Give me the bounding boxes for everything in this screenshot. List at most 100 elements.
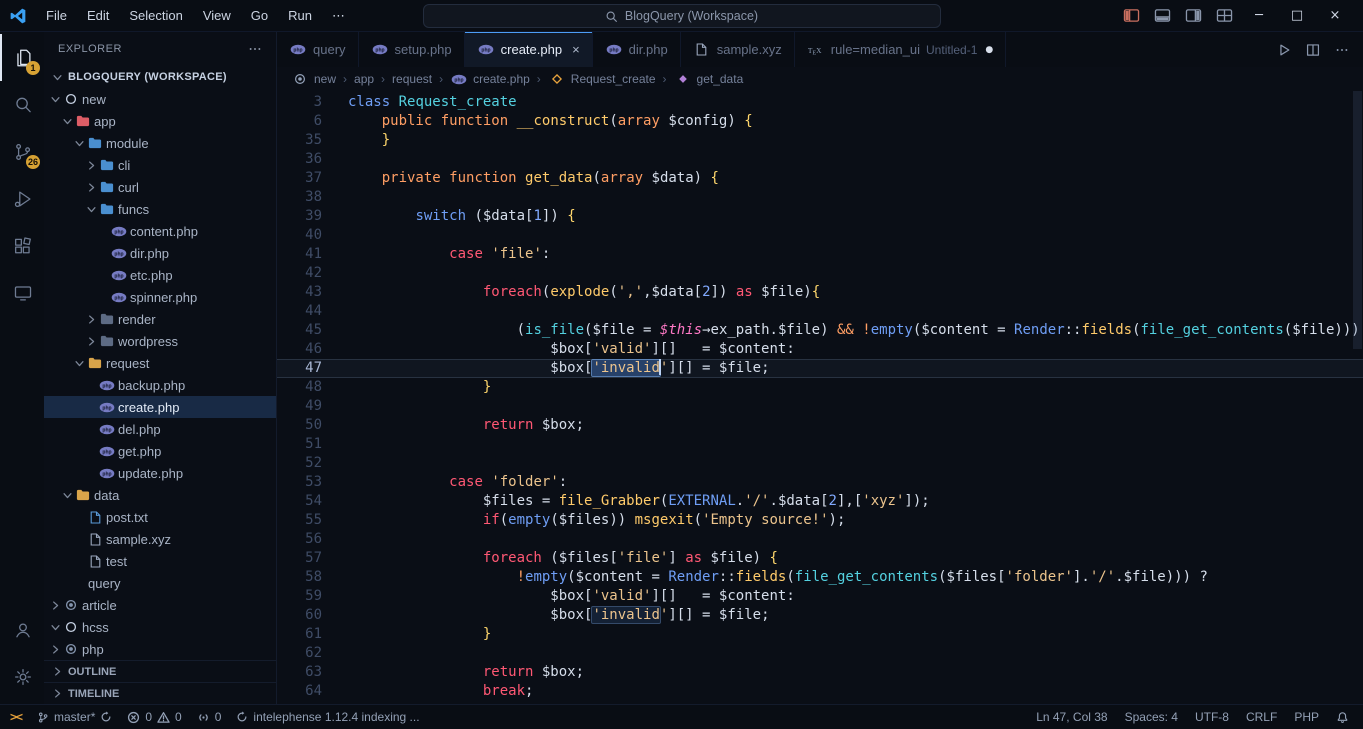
activity-extensions[interactable]: [0, 222, 44, 269]
git-branch-status[interactable]: master*: [37, 710, 112, 724]
editor-scrollbar[interactable]: [1351, 91, 1363, 704]
tree-item-hcss[interactable]: hcss: [44, 616, 276, 638]
code-line-49[interactable]: 49: [277, 397, 1363, 416]
tree-item-cli[interactable]: cli: [44, 154, 276, 176]
activity-run-debug[interactable]: [0, 175, 44, 222]
code-line-6[interactable]: 6 public function __construct(array $con…: [277, 112, 1363, 131]
code-line-56[interactable]: 56: [277, 530, 1363, 549]
tree-item-create.php[interactable]: phpcreate.php: [44, 396, 276, 418]
tree-item-render[interactable]: render: [44, 308, 276, 330]
code-line-3[interactable]: 3class Request_create: [277, 93, 1363, 112]
workspace-root[interactable]: BLOGQUERY (WORKSPACE): [44, 66, 276, 88]
command-center-search[interactable]: BlogQuery (Workspace): [423, 4, 941, 28]
scrollbar-thumb[interactable]: [1353, 91, 1362, 349]
menu-run[interactable]: Run: [279, 5, 321, 27]
tree-item-funcs[interactable]: funcs: [44, 198, 276, 220]
customize-layout-icon[interactable]: [1216, 8, 1233, 23]
editor-more-icon[interactable]: [1335, 43, 1349, 57]
timeline-section[interactable]: TIMELINE: [44, 682, 276, 704]
tree-item-app[interactable]: app: [44, 110, 276, 132]
code-line-60[interactable]: 60 $box['invalid'][] = $file;: [277, 606, 1363, 625]
code-line-59[interactable]: 59 $box['valid'][] = $content:: [277, 587, 1363, 606]
code-line-45[interactable]: 45 (is_file($file = $this→ex_path.$file)…: [277, 321, 1363, 340]
breadcrumb-new[interactable]: new: [291, 72, 336, 86]
code-line-47[interactable]: 47 $box['invalid'][] = $file;: [277, 359, 1363, 378]
code-line-37[interactable]: 37 private function get_data(array $data…: [277, 169, 1363, 188]
breadcrumb-request[interactable]: request: [392, 72, 432, 86]
code-line-53[interactable]: 53 case 'folder':: [277, 473, 1363, 492]
code-line-62[interactable]: 62: [277, 644, 1363, 663]
ports-status[interactable]: 0: [197, 710, 222, 724]
tree-item-new[interactable]: new: [44, 88, 276, 110]
code-editor[interactable]: 3class Request_create6 public function _…: [277, 91, 1363, 704]
tree-item-php[interactable]: php: [44, 638, 276, 660]
tab-sample.xyz[interactable]: sample.xyz: [681, 32, 795, 67]
tree-item-del.php[interactable]: phpdel.php: [44, 418, 276, 440]
cursor-position[interactable]: Ln 47, Col 38: [1036, 710, 1107, 724]
code-line-58[interactable]: 58 !empty($content = Render::fields(file…: [277, 568, 1363, 587]
tree-item-post.txt[interactable]: post.txt: [44, 506, 276, 528]
code-line-41[interactable]: 41 case 'file':: [277, 245, 1363, 264]
tree-item-module[interactable]: module: [44, 132, 276, 154]
activity-settings[interactable]: [0, 653, 44, 700]
code-line-54[interactable]: 54 $files = file_Grabber(EXTERNAL.'/'.$d…: [277, 492, 1363, 511]
tree-item-query[interactable]: query: [44, 572, 276, 594]
tree-item-content.php[interactable]: phpcontent.php: [44, 220, 276, 242]
code-line-55[interactable]: 55 if(empty($files)) msgexit('Empty sour…: [277, 511, 1363, 530]
code-line-48[interactable]: 48 }: [277, 378, 1363, 397]
tab-query[interactable]: phpquery: [277, 32, 359, 67]
code-line-39[interactable]: 39 switch ($data[1]) {: [277, 207, 1363, 226]
code-line-36[interactable]: 36: [277, 150, 1363, 169]
code-line-44[interactable]: 44: [277, 302, 1363, 321]
activity-source-control[interactable]: 26: [0, 128, 44, 175]
menu-view[interactable]: View: [194, 5, 240, 27]
tree-item-get.php[interactable]: phpget.php: [44, 440, 276, 462]
breadcrumb-create.php[interactable]: phpcreate.php: [450, 72, 530, 86]
code-line-63[interactable]: 63 return $box;: [277, 663, 1363, 682]
code-line-50[interactable]: 50 return $box;: [277, 416, 1363, 435]
activity-accounts[interactable]: [0, 606, 44, 653]
minimize-button[interactable]: ─: [1247, 8, 1271, 23]
toggle-primary-sidebar-icon[interactable]: [1123, 8, 1140, 23]
toggle-secondary-sidebar-icon[interactable]: [1185, 8, 1202, 23]
eol-status[interactable]: CRLF: [1246, 710, 1277, 724]
tab-create.php[interactable]: phpcreate.php×: [465, 32, 593, 67]
tree-item-dir.php[interactable]: phpdir.php: [44, 242, 276, 264]
split-editor-icon[interactable]: [1306, 43, 1320, 57]
menu-edit[interactable]: Edit: [78, 5, 118, 27]
code-line-61[interactable]: 61 }: [277, 625, 1363, 644]
menu-file[interactable]: File: [37, 5, 76, 27]
tree-item-test[interactable]: test: [44, 550, 276, 572]
explorer-actions-icon[interactable]: [248, 42, 262, 56]
tree-item-data[interactable]: data: [44, 484, 276, 506]
menu-selection[interactable]: Selection: [120, 5, 191, 27]
code-line-42[interactable]: 42: [277, 264, 1363, 283]
tab-dir.php[interactable]: phpdir.php: [593, 32, 681, 67]
code-line-64[interactable]: 64 break;: [277, 682, 1363, 701]
tree-item-curl[interactable]: curl: [44, 176, 276, 198]
toggle-panel-icon[interactable]: [1154, 8, 1171, 23]
tree-item-wordpress[interactable]: wordpress: [44, 330, 276, 352]
bell-icon[interactable]: [1336, 711, 1349, 724]
tree-item-backup.php[interactable]: phpbackup.php: [44, 374, 276, 396]
breadcrumb-get_data[interactable]: get_data: [674, 72, 744, 86]
close-button[interactable]: ×: [1323, 8, 1347, 23]
code-line-35[interactable]: 35 }: [277, 131, 1363, 150]
activity-search[interactable]: [0, 81, 44, 128]
problems-status[interactable]: 0 0: [127, 710, 181, 724]
breadcrumb-Request_create[interactable]: Request_create: [548, 72, 656, 86]
activity-explorer[interactable]: 1: [0, 34, 44, 81]
close-icon[interactable]: ×: [572, 42, 580, 57]
code-line-46[interactable]: 46 $box['valid'][] = $content:: [277, 340, 1363, 359]
code-line-57[interactable]: 57 foreach ($files['file'] as $file) {: [277, 549, 1363, 568]
menu-go[interactable]: Go: [242, 5, 277, 27]
code-line-52[interactable]: 52: [277, 454, 1363, 473]
menu-more[interactable]: ⋯: [323, 5, 354, 27]
code-line-40[interactable]: 40: [277, 226, 1363, 245]
tree-item-sample.xyz[interactable]: sample.xyz: [44, 528, 276, 550]
language-status[interactable]: PHP: [1294, 710, 1319, 724]
outline-section[interactable]: OUTLINE: [44, 660, 276, 682]
activity-remote[interactable]: [0, 269, 44, 316]
maximize-button[interactable]: □: [1285, 8, 1309, 23]
tree-item-spinner.php[interactable]: phpspinner.php: [44, 286, 276, 308]
